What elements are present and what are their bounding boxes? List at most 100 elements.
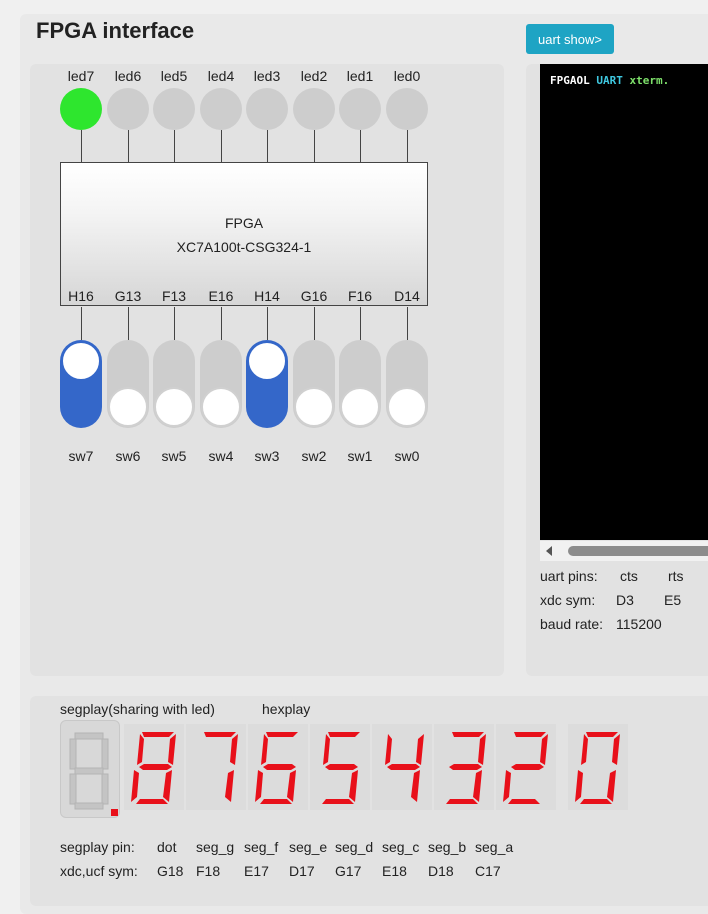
led-indicator xyxy=(339,88,381,130)
segment-e xyxy=(503,770,511,802)
fpga-chip xyxy=(60,162,428,306)
switch-toggle[interactable] xyxy=(246,340,288,428)
switch-toggle[interactable] xyxy=(293,340,335,428)
uart-show-button[interactable]: uart show> xyxy=(526,24,614,54)
switch-knob[interactable] xyxy=(387,387,427,427)
segplay-dot xyxy=(111,809,118,816)
xdc-sym-e5: E5 xyxy=(664,592,682,608)
segment-c xyxy=(225,770,234,802)
led-indicator xyxy=(386,88,428,130)
switch-label: sw5 xyxy=(161,448,187,464)
led-wire xyxy=(174,130,175,162)
switch-label: sw0 xyxy=(394,448,420,464)
switch-wire xyxy=(407,307,408,340)
led-label: led5 xyxy=(160,68,188,84)
segplay-digit xyxy=(60,720,120,818)
switch-wire xyxy=(221,307,222,340)
hex-digit-segments xyxy=(131,732,176,804)
pin-table-cell: seg_d xyxy=(335,839,374,855)
switch-wire xyxy=(128,307,129,340)
segment-d xyxy=(136,799,168,804)
led-indicator xyxy=(60,88,102,130)
switch-toggle[interactable] xyxy=(60,340,102,428)
switch-knob[interactable] xyxy=(108,387,148,427)
segment-d xyxy=(508,799,540,804)
uart-terminal[interactable]: FPGAOL UART xterm. xyxy=(540,64,708,540)
segment-e xyxy=(255,770,263,802)
terminal-text: FPGAOL UART xterm. xyxy=(550,74,669,87)
switch-pin: F13 xyxy=(161,288,187,304)
switch-knob[interactable] xyxy=(340,387,380,427)
switch-knob[interactable] xyxy=(201,387,241,427)
switch-toggle[interactable] xyxy=(153,340,195,428)
segment-d xyxy=(260,799,292,804)
segplay-label: segplay(sharing with led) xyxy=(60,701,215,717)
segment-e xyxy=(131,770,139,802)
scroll-left-icon[interactable] xyxy=(546,546,552,556)
hexplay-label: hexplay xyxy=(262,701,311,717)
hex-digit-5 xyxy=(434,724,494,810)
terminal-word-fpgaol: FPGAOL xyxy=(550,74,590,87)
xdc-sym-d3: D3 xyxy=(616,592,634,608)
segment-d xyxy=(446,799,478,804)
switch-label: sw6 xyxy=(115,448,141,464)
hex-digit-segments xyxy=(255,732,298,804)
led-wire xyxy=(314,130,315,162)
pin-table-cell: seg_a xyxy=(475,839,514,855)
segment-f xyxy=(261,734,268,765)
switch-label: sw1 xyxy=(347,448,373,464)
hex-digit-0 xyxy=(124,724,184,810)
switch-toggle[interactable] xyxy=(339,340,381,428)
switch-pin: F16 xyxy=(347,288,373,304)
terminal-horizontal-scrollbar[interactable] xyxy=(540,541,708,561)
pin-table-cell: seg_g xyxy=(196,839,235,855)
led-label: led4 xyxy=(207,68,235,84)
pin-table-cell: D17 xyxy=(289,863,315,879)
led-indicator xyxy=(107,88,149,130)
switch-pin: E16 xyxy=(208,288,234,304)
pin-table-cell: seg_e xyxy=(289,839,328,855)
segment-b xyxy=(416,734,424,765)
led-wire xyxy=(360,130,361,162)
switch-pin: H16 xyxy=(68,288,94,304)
pin-table-cell: seg_b xyxy=(428,839,467,855)
switch-pin: G13 xyxy=(114,288,142,304)
segment-f xyxy=(137,734,144,765)
baud-rate-value: 115200 xyxy=(616,616,662,632)
switch-knob[interactable] xyxy=(61,341,101,381)
switch-pin: H14 xyxy=(254,288,280,304)
pin-table-cell: dot xyxy=(157,839,177,855)
pin-table-cell: F18 xyxy=(196,863,221,879)
led-wire xyxy=(221,130,222,162)
led-wire xyxy=(407,130,408,162)
pin-table-row-label: xdc,ucf sym: xyxy=(60,863,138,879)
switch-knob[interactable] xyxy=(247,341,287,381)
switch-wire xyxy=(81,307,82,340)
uart-pins-label: uart pins: xyxy=(540,568,598,584)
switch-knob[interactable] xyxy=(154,387,194,427)
switch-knob[interactable] xyxy=(294,387,334,427)
led-label: led3 xyxy=(253,68,281,84)
hex-digit-3 xyxy=(310,724,370,810)
switch-toggle[interactable] xyxy=(386,340,428,428)
segment-f xyxy=(581,734,588,765)
uart-pin-cts: cts xyxy=(620,568,638,584)
segment-c xyxy=(163,770,172,802)
segment-a xyxy=(586,732,618,737)
pin-table-cell: seg_f xyxy=(244,839,279,855)
pin-table-cell: E17 xyxy=(244,863,269,879)
hex-digit-segments xyxy=(575,732,620,804)
hex-digit-4 xyxy=(372,724,432,810)
switch-toggle[interactable] xyxy=(107,340,149,428)
led-indicator xyxy=(153,88,195,130)
scroll-thumb[interactable] xyxy=(568,546,708,556)
segment-c xyxy=(411,770,420,802)
led-wire xyxy=(128,130,129,162)
segment-a xyxy=(142,732,174,737)
led-label: led7 xyxy=(67,68,95,84)
hex-digit-segments xyxy=(385,734,424,802)
switch-toggle[interactable] xyxy=(200,340,242,428)
pin-table-cell: G17 xyxy=(335,863,362,879)
switch-label: sw7 xyxy=(68,448,94,464)
xdc-sym-label: xdc sym: xyxy=(540,592,596,608)
